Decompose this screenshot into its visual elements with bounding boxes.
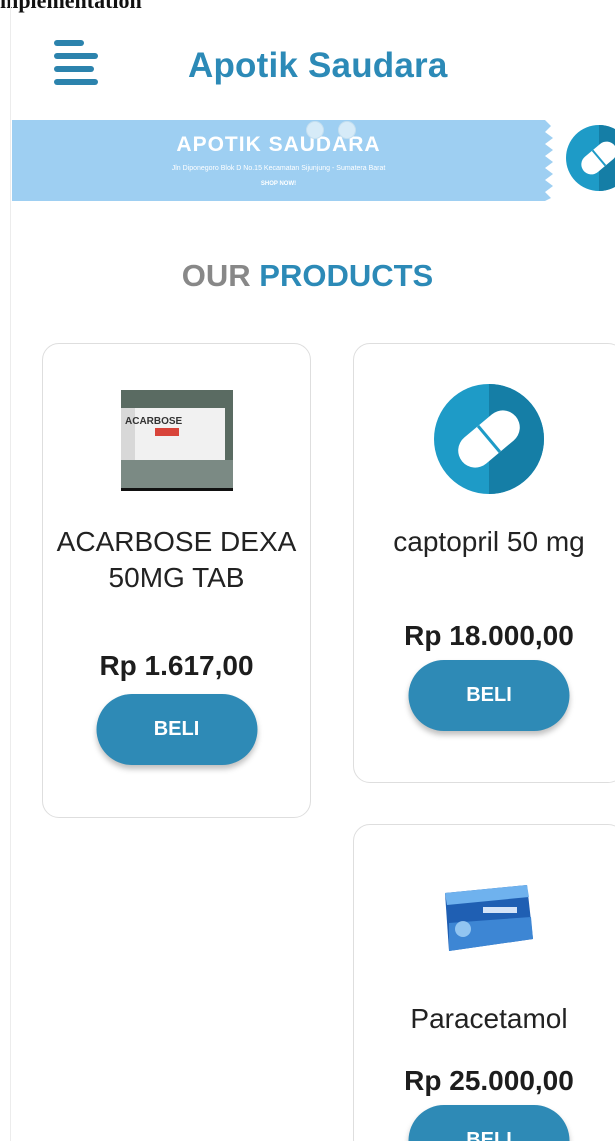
banner-address: Jln Diponegoro Blok D No.15 Kecamatan Si…	[171, 165, 386, 172]
menu-line	[54, 53, 98, 59]
product-price: Rp 1.617,00	[99, 650, 254, 681]
page: mplementation Apotik Saudara APOTIK SAUD…	[0, 0, 615, 1141]
product-name[interactable]: ACARBOSE DEXA 50MG TAB	[53, 524, 300, 596]
hamburger-menu-icon[interactable]	[54, 40, 98, 85]
carousel-dot-1[interactable]	[306, 121, 324, 139]
brand-title[interactable]: Apotik Saudara	[188, 46, 448, 86]
product-price: Rp 18.000,00	[404, 620, 574, 651]
beli-button[interactable]: BELI	[408, 660, 570, 731]
product-name[interactable]: captopril 50 mg	[364, 524, 614, 560]
capsule-icon	[566, 125, 615, 191]
section-title: OUR PRODUCTS	[0, 258, 615, 294]
section-title-our: OUR	[181, 258, 251, 293]
banner-slide[interactable]: APOTIK SAUDARA Jln Diponegoro Blok D No.…	[12, 120, 545, 201]
banner-shop-now[interactable]: SHOP NOW!	[12, 181, 545, 187]
product-card-paracetamol[interactable]: Paracetamol Rp 25.000,00 BELI	[353, 824, 615, 1141]
product-price: Rp 25.000,00	[404, 1065, 574, 1096]
carousel-dot-2[interactable]	[338, 121, 356, 139]
menu-line	[54, 79, 98, 85]
beli-button[interactable]: BELI	[408, 1105, 570, 1141]
acarbose-box-photo: ACARBOSE	[120, 384, 233, 496]
menu-line	[54, 66, 94, 72]
paracetamol-box-icon	[445, 885, 533, 951]
banner-torn-edge	[533, 120, 553, 201]
capsule-icon	[434, 384, 544, 494]
svg-text:ACARBOSE: ACARBOSE	[125, 416, 183, 427]
product-card-captopril[interactable]: captopril 50 mg Rp 18.000,00 BELI	[353, 343, 615, 783]
beli-button[interactable]: BELI	[96, 694, 257, 765]
left-divider	[10, 0, 11, 1141]
menu-line	[54, 40, 84, 46]
product-name[interactable]: Paracetamol	[364, 1001, 614, 1037]
product-card-acarbose[interactable]: ACARBOSE ACARBOSE DEXA 50MG TAB Rp 1.617…	[42, 343, 311, 818]
top-cut-heading: mplementation	[0, 0, 142, 13]
banner-title: APOTIK SAUDARA	[176, 133, 381, 156]
section-title-products: PRODUCTS	[259, 258, 434, 293]
